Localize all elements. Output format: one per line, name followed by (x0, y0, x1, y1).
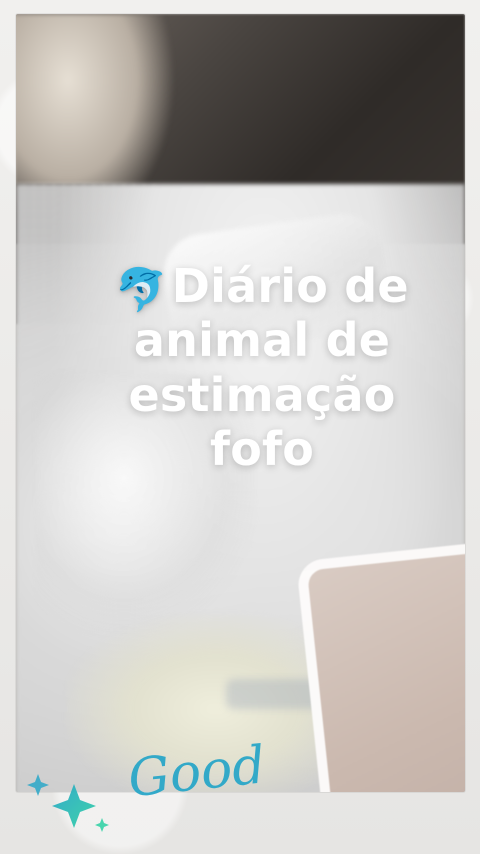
title-line: fofo (209, 421, 315, 476)
page-title: 🐬Diário de animal de estimação fofo (82, 259, 442, 476)
photo: 🐬Diário de animal de estimação fofo (16, 14, 465, 792)
photo-plastic-container (295, 537, 465, 792)
title-line: 🐬Diário de (82, 259, 442, 313)
title-overlay: 🐬Diário de animal de estimação fofo (82, 259, 442, 476)
title-line: estimação (128, 367, 396, 422)
dolphin-icon: 🐬 (115, 265, 168, 314)
title-line-text: Diário de (171, 259, 409, 313)
title-line: animal de (133, 313, 391, 368)
page-frame: 🐬Diário de animal de estimação fofo Good (0, 0, 480, 854)
sparkles-icon (27, 774, 109, 832)
signature-text: Good (125, 735, 269, 810)
